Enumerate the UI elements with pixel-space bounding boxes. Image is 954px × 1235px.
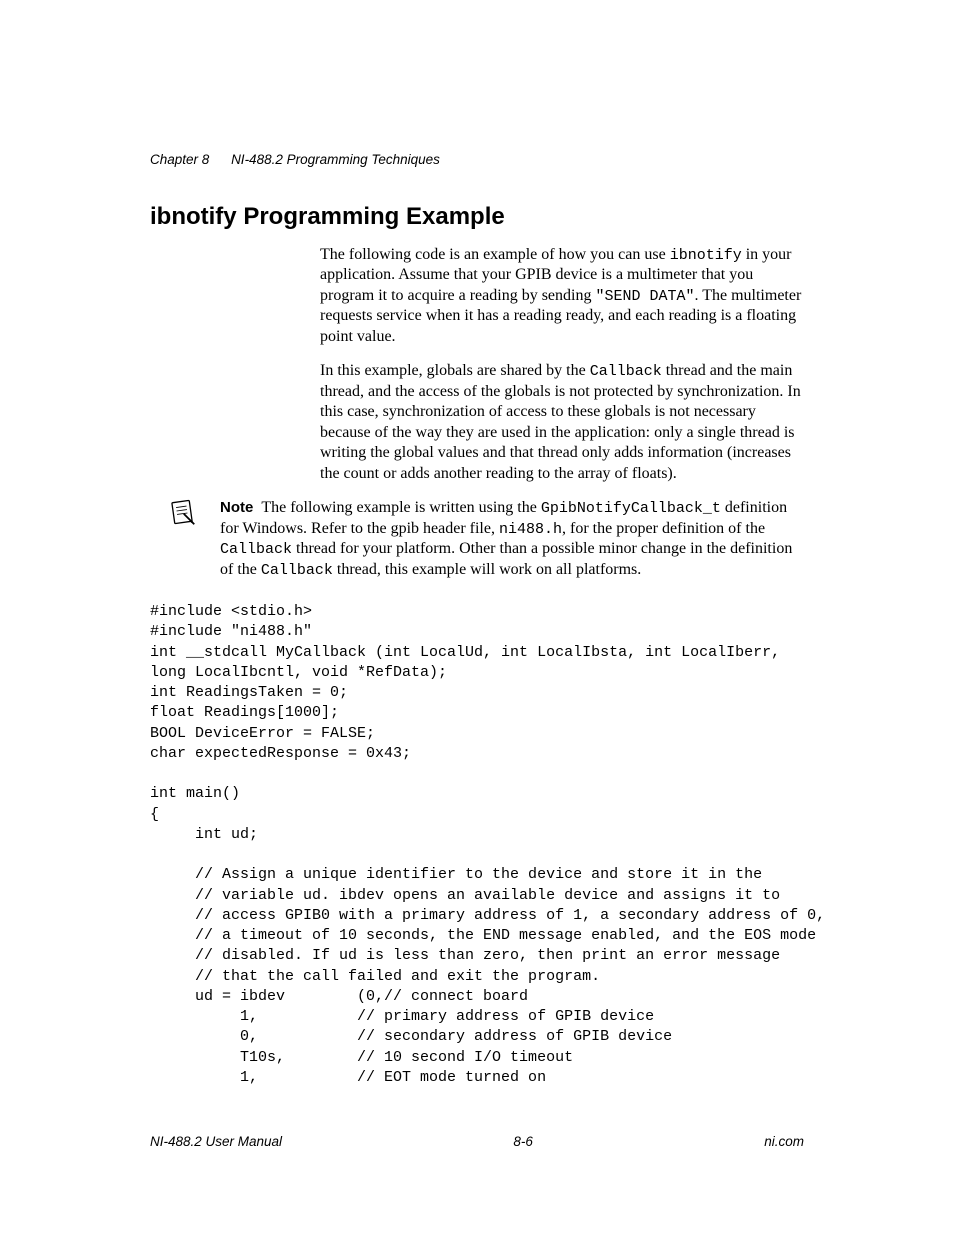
page-footer: NI-488.2 User Manual 8-6 ni.com: [150, 1134, 804, 1149]
inline-code: GpibNotifyCallback_t: [541, 500, 721, 517]
footer-page-number: 8-6: [513, 1134, 533, 1149]
chapter-header: Chapter 8 NI-488.2 Programming Technique…: [150, 152, 804, 167]
inline-code: ni488.h: [499, 521, 562, 538]
paragraph-1: The following code is an example of how …: [320, 245, 804, 347]
code-block: #include <stdio.h> #include "ni488.h" in…: [150, 602, 804, 1088]
inline-code: Callback: [590, 363, 662, 380]
section-title: ibnotify Programming Example: [150, 203, 804, 231]
inline-code: Callback: [220, 541, 292, 558]
inline-code: ibnotify: [670, 247, 742, 264]
inline-code: Callback: [261, 562, 333, 579]
note-label: Note: [220, 499, 253, 516]
chapter-number: Chapter 8: [150, 152, 209, 167]
footer-manual-title: NI-488.2 User Manual: [150, 1134, 282, 1149]
footer-site: ni.com: [764, 1134, 804, 1149]
paragraph-2: In this example, globals are shared by t…: [320, 361, 804, 484]
chapter-title: NI-488.2 Programming Techniques: [231, 152, 440, 167]
note-icon: [168, 498, 196, 526]
note-block: NoteThe following example is written usi…: [150, 498, 804, 580]
inline-code: "SEND DATA": [595, 288, 694, 305]
note-text: NoteThe following example is written usi…: [220, 498, 804, 580]
